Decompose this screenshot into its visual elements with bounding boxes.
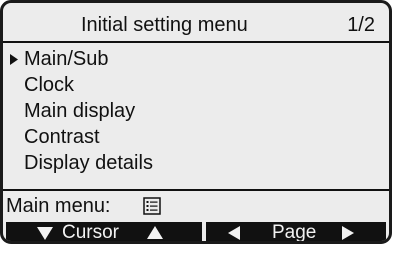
selection-pointer-icon — [10, 54, 18, 65]
triangle-left-icon — [228, 226, 240, 240]
page-indicator: 1/2 — [347, 14, 375, 36]
softkey-bar: Cursor Page — [3, 222, 389, 243]
menu-list-icon — [143, 197, 161, 215]
menu-item-main-display[interactable]: Main display — [3, 99, 389, 124]
menu-item-label: Main display — [24, 100, 136, 122]
menu-item-label: Main/Sub — [24, 48, 109, 70]
menu-item-clock[interactable]: Clock — [3, 73, 389, 98]
screen-header: Initial setting menu 1/2 — [3, 3, 389, 43]
screen-title: Initial setting menu — [81, 14, 248, 36]
cursor-softkey[interactable]: Cursor — [6, 222, 202, 243]
menu-item-contrast[interactable]: Contrast — [3, 125, 389, 150]
menu-item-display-details[interactable]: Display details — [3, 151, 389, 176]
menu-item-label: Display details — [24, 152, 153, 174]
cursor-softkey-label: Cursor — [62, 222, 120, 243]
controller-device: Initial setting menu 1/2 Main/Sub Clock … — [0, 0, 395, 255]
main-menu-label: Main menu: — [6, 195, 111, 217]
menu-item-main-sub[interactable]: Main/Sub — [3, 47, 389, 72]
menu-item-label: Contrast — [24, 126, 100, 148]
triangle-up-icon — [147, 226, 163, 239]
triangle-down-icon — [37, 227, 53, 240]
menu-item-label: Clock — [24, 74, 75, 96]
footer-divider — [3, 189, 389, 191]
page-softkey-label: Page — [272, 222, 317, 243]
lcd-screen: Initial setting menu 1/2 Main/Sub Clock … — [0, 0, 392, 244]
page-softkey[interactable]: Page — [206, 222, 386, 243]
triangle-right-icon — [342, 226, 354, 240]
